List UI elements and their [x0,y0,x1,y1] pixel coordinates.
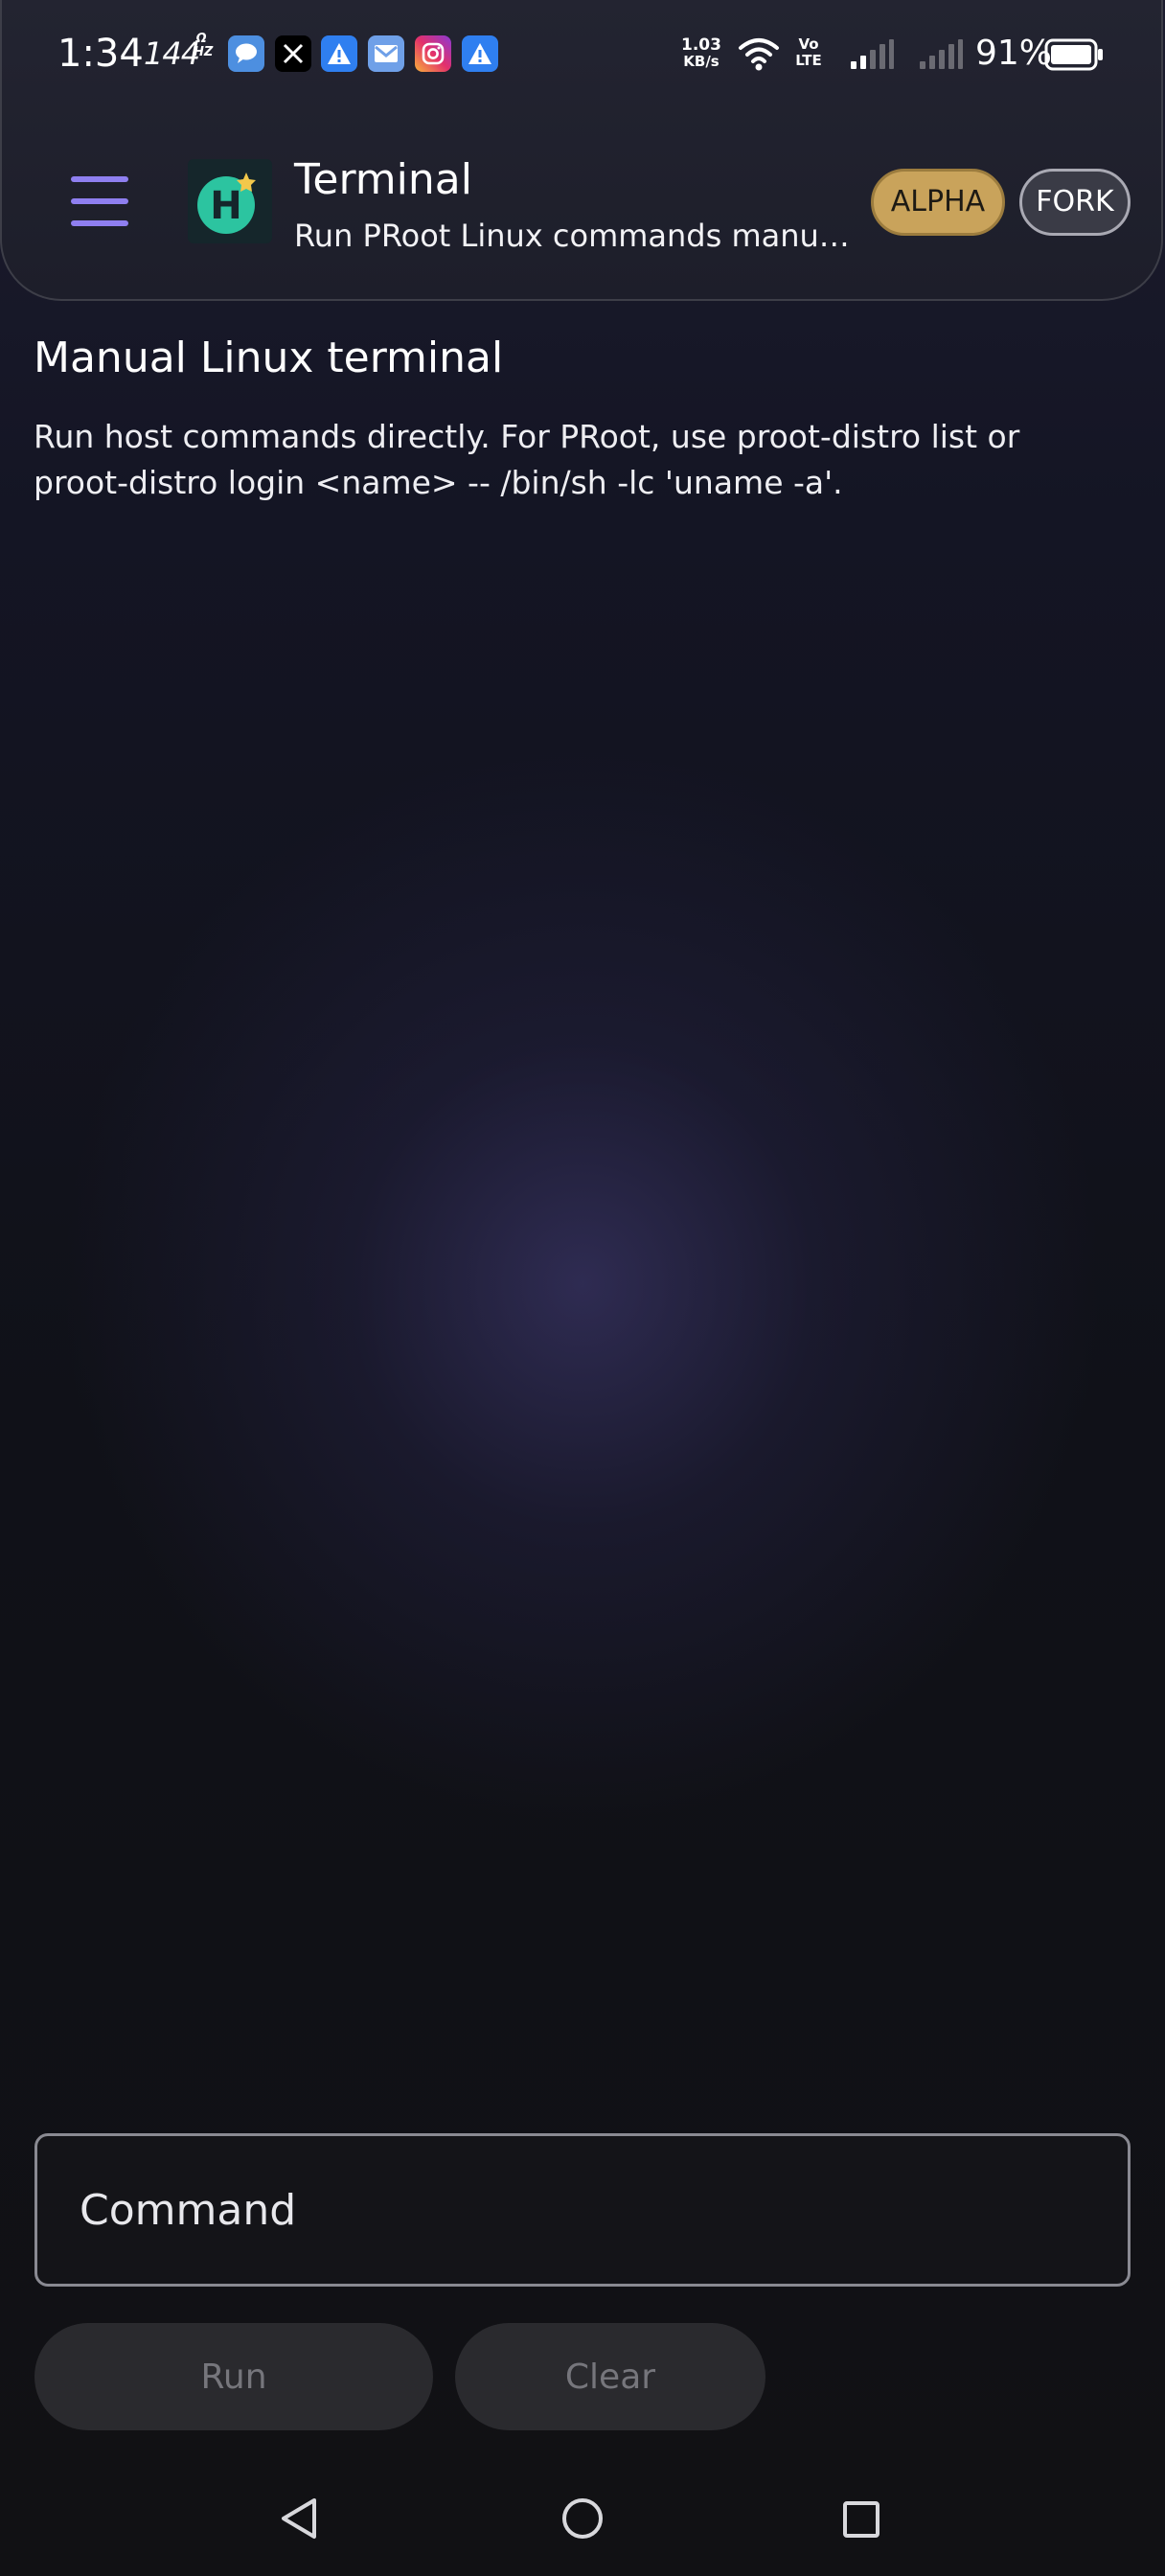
page-subtitle: Run PRoot Linux commands manually inside… [294,218,852,254]
battery-icon [1044,38,1103,71]
network-speed-unit: KB/s [683,53,720,70]
menu-button[interactable] [71,176,128,226]
refresh-rate-unit-label: HZ [194,45,214,59]
mail-icon [368,35,404,72]
x-app-icon [275,35,311,72]
clear-button[interactable]: Clear [455,2323,765,2430]
signal-strength-2-icon [920,39,963,69]
status-bar: 1:34 144 Ω HZ 1.03 KB/s Vo LTE 91% [0,0,1165,107]
section-description: Run host commands directly. For PRoot, u… [34,418,1020,501]
battery-percentage: 91% [975,34,1053,73]
refresh-rate-unit-sup: Ω [195,32,207,46]
instagram-icon [415,35,451,72]
app-logo: H [188,159,272,243]
signal-strength-icon [851,39,894,69]
back-icon[interactable] [278,2496,320,2542]
fork-badge[interactable]: FORK [1019,169,1131,236]
menu-line-icon [71,220,128,226]
page-title: Terminal [294,155,472,204]
run-button[interactable]: Run [34,2323,433,2430]
app-logo-letter: H [210,184,241,228]
section-title: Manual Linux terminal [34,334,504,382]
menu-line-icon [71,198,128,204]
alert-triangle-icon [321,35,357,72]
alert-triangle-icon [462,35,498,72]
network-speed: 1.03 KB/s [674,36,728,69]
volte-icon: Vo LTE [788,36,830,69]
network-speed-value: 1.03 [681,35,721,55]
refresh-rate-unit: Ω HZ [194,32,213,59]
menu-line-icon [71,176,128,182]
wifi-icon [739,38,779,71]
status-time: 1:34 [57,32,144,76]
volte-top: Vo [798,35,819,53]
volte-bottom: LTE [795,52,822,69]
recents-icon[interactable] [841,2499,881,2540]
home-icon[interactable] [560,2496,605,2542]
alpha-badge[interactable]: ALPHA [871,169,1005,236]
app-logo-icon: H [197,172,256,234]
command-input[interactable] [34,2133,1131,2287]
chat-bubble-icon [228,35,264,72]
refresh-rate: 144 [144,35,200,72]
